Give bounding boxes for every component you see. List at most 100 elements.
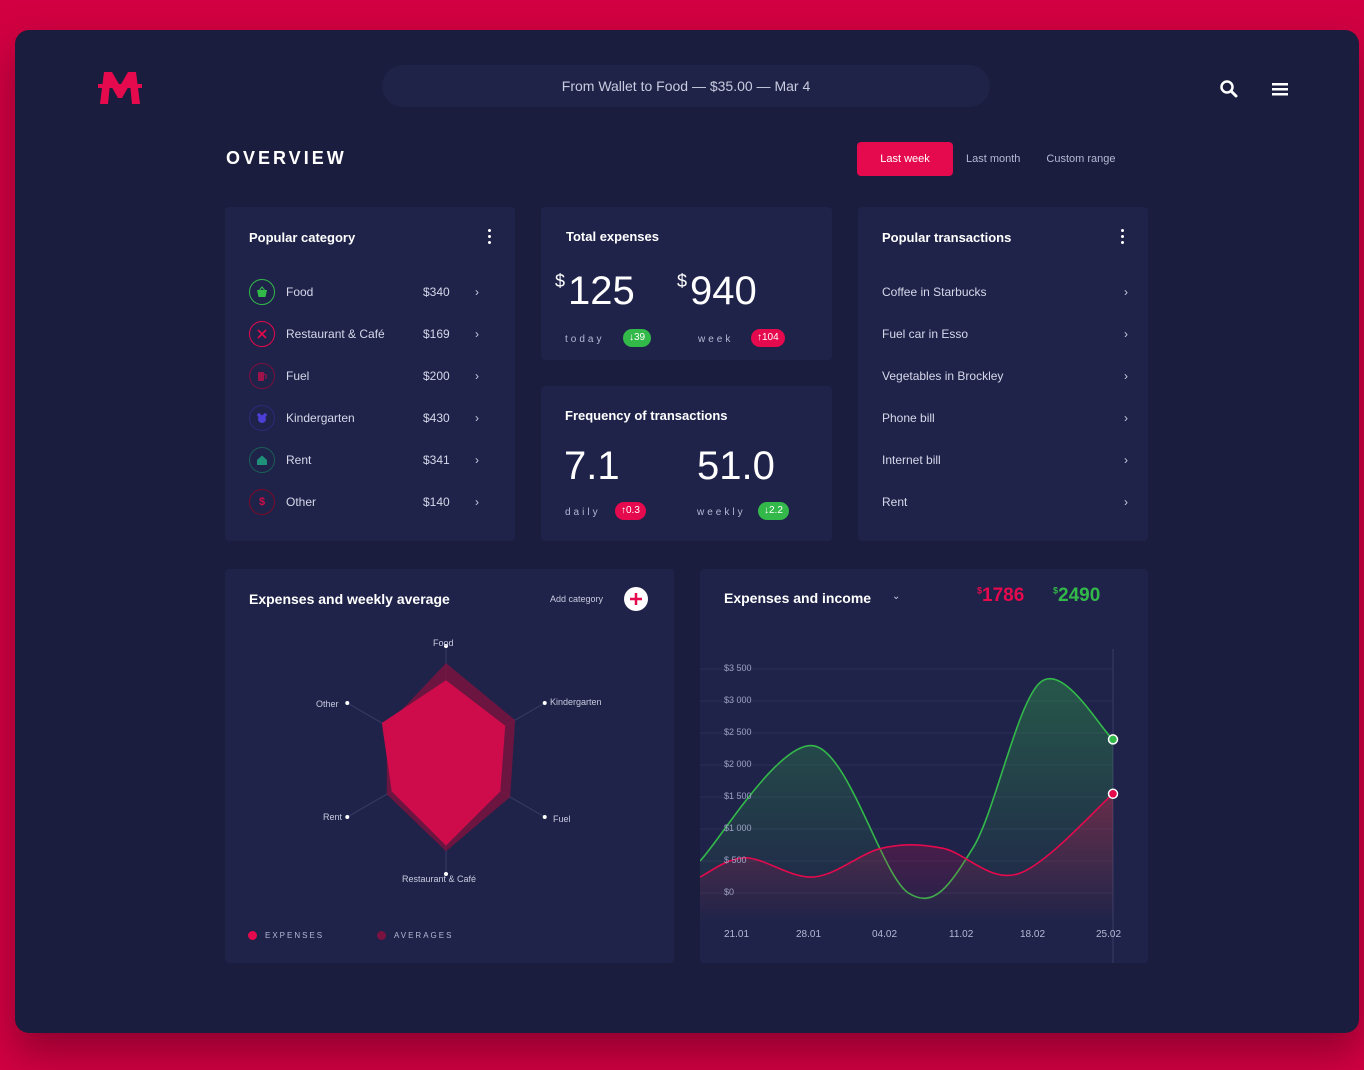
transaction-item[interactable]: Vegetables in Brockley › <box>882 361 1128 391</box>
chevron-right-icon: › <box>475 369 479 383</box>
week-change-badge: ↑104 <box>751 329 785 347</box>
category-item-kindergarten[interactable]: Kindergarten $430 › <box>249 403 495 433</box>
line-chart <box>700 649 1119 963</box>
y-tick-label: $1 000 <box>724 823 752 833</box>
home-icon <box>249 447 275 473</box>
radar-axis-label: Other <box>316 699 339 709</box>
expenses-point[interactable] <box>1107 788 1119 800</box>
menu-icon[interactable] <box>1270 79 1290 99</box>
category-amount: $169 <box>423 327 450 341</box>
legend-averages: AVERAGES <box>377 931 453 940</box>
chevron-right-icon: › <box>1124 369 1128 383</box>
expenses-income-card: Expenses and income ⌄ $1786 $2490 $3 500… <box>700 569 1148 963</box>
transaction-label: Rent <box>882 495 908 509</box>
daily-change-badge: ↑0.3 <box>615 502 646 520</box>
range-tabs: Last week Last month Custom range <box>857 142 1129 176</box>
legend-dot <box>377 931 386 940</box>
radar-axis-dot <box>542 701 547 705</box>
tab-last-week[interactable]: Last week <box>857 142 953 176</box>
radar-card: Expenses and weekly average Add category… <box>225 569 674 963</box>
page-title: OVERVIEW <box>226 148 347 168</box>
y-tick-label: $0 <box>724 887 735 897</box>
x-tick-label: 28.01 <box>796 929 822 940</box>
category-label: Restaurant & Café <box>286 327 385 341</box>
transaction-label: Fuel car in Esso <box>882 327 969 341</box>
total-expenses-card: Total expenses $125 $940 today ↓39 week … <box>541 207 832 360</box>
tab-custom-range[interactable]: Custom range <box>1033 142 1128 176</box>
radar-axis-label: Rent <box>323 812 343 822</box>
category-item-restaurant[interactable]: Restaurant & Café $169 › <box>249 319 495 349</box>
today-expense-value: $125 <box>555 269 635 313</box>
y-tick-label: $ 500 <box>724 855 747 865</box>
category-item-food[interactable]: Food $340 › <box>249 277 495 307</box>
daily-frequency-value: 7.1 <box>564 444 620 488</box>
chevron-right-icon: › <box>475 285 479 299</box>
radar-axis-label: Kindergarten <box>550 697 602 707</box>
chevron-right-icon: › <box>475 495 479 509</box>
week-label: week <box>698 334 734 345</box>
x-tick-label: 25.02 <box>1096 929 1122 940</box>
transaction-item[interactable]: Internet bill › <box>882 445 1128 475</box>
weekly-change-badge: ↓2.2 <box>758 502 789 520</box>
notification-text: From Wallet to Food — $35.00 — Mar 4 <box>561 78 811 94</box>
category-amount: $140 <box>423 495 450 509</box>
popular-transactions-card: Popular transactions Coffee in Starbucks… <box>858 207 1148 541</box>
transaction-item[interactable]: Rent › <box>882 487 1128 517</box>
transaction-item[interactable]: Fuel car in Esso › <box>882 319 1128 349</box>
radar-axis-dot <box>345 815 350 819</box>
chevron-right-icon: › <box>1124 495 1128 509</box>
cutlery-icon <box>249 321 275 347</box>
card-title: Popular category <box>249 230 356 245</box>
daily-label: daily <box>565 507 601 518</box>
transaction-label: Internet bill <box>882 453 941 467</box>
logo-icon[interactable] <box>98 70 142 106</box>
today-label: today <box>565 334 605 345</box>
category-amount: $340 <box>423 285 450 299</box>
category-label: Rent <box>286 453 312 467</box>
weekly-frequency-value: 51.0 <box>697 444 775 488</box>
frequency-card: Frequency of transactions 7.1 51.0 daily… <box>541 386 832 541</box>
chevron-right-icon: › <box>475 453 479 467</box>
more-options-icon[interactable] <box>1119 229 1125 245</box>
y-tick-label: $3 000 <box>724 695 752 705</box>
chevron-right-icon: › <box>1124 285 1128 299</box>
tab-last-month[interactable]: Last month <box>953 142 1033 176</box>
transaction-label: Vegetables in Brockley <box>882 369 1004 383</box>
search-icon[interactable] <box>1219 79 1239 99</box>
card-title: Popular transactions <box>882 230 1012 245</box>
category-label: Kindergarten <box>286 411 355 425</box>
more-options-icon[interactable] <box>486 229 492 245</box>
legend-expenses: EXPENSES <box>248 931 324 940</box>
category-label: Food <box>286 285 314 299</box>
chevron-right-icon: › <box>1124 453 1128 467</box>
radar-axis-label: Fuel <box>553 814 571 824</box>
transaction-label: Phone bill <box>882 411 935 425</box>
category-label: Other <box>286 495 317 509</box>
notification-bar[interactable]: From Wallet to Food — $35.00 — Mar 4 <box>382 65 990 107</box>
basket-icon <box>249 279 275 305</box>
transaction-item[interactable]: Coffee in Starbucks › <box>882 277 1128 307</box>
transaction-item[interactable]: Phone bill › <box>882 403 1128 433</box>
y-tick-label: $2 000 <box>724 759 752 769</box>
x-tick-label: 04.02 <box>872 929 898 940</box>
today-change-badge: ↓39 <box>623 329 652 347</box>
category-amount: $430 <box>423 411 450 425</box>
card-title: Total expenses <box>566 229 659 244</box>
y-tick-label: $2 500 <box>724 727 752 737</box>
category-item-other[interactable]: $ Other $140 › <box>249 487 495 517</box>
chevron-right-icon: › <box>1124 327 1128 341</box>
category-item-fuel[interactable]: Fuel $200 › <box>249 361 495 391</box>
category-label: Fuel <box>286 369 310 383</box>
legend-dot <box>248 931 257 940</box>
chevron-right-icon: › <box>475 411 479 425</box>
radar-axis-dot <box>542 815 547 819</box>
x-tick-label: 18.02 <box>1020 929 1046 940</box>
radar-axis-dot <box>345 701 350 705</box>
category-item-rent[interactable]: Rent $341 › <box>249 445 495 475</box>
income-point[interactable] <box>1107 734 1119 745</box>
x-tick-label: 11.02 <box>949 929 974 940</box>
chevron-right-icon: › <box>1124 411 1128 425</box>
y-tick-label: $1 500 <box>724 791 752 801</box>
category-amount: $341 <box>423 453 450 467</box>
card-title: Frequency of transactions <box>565 408 728 423</box>
